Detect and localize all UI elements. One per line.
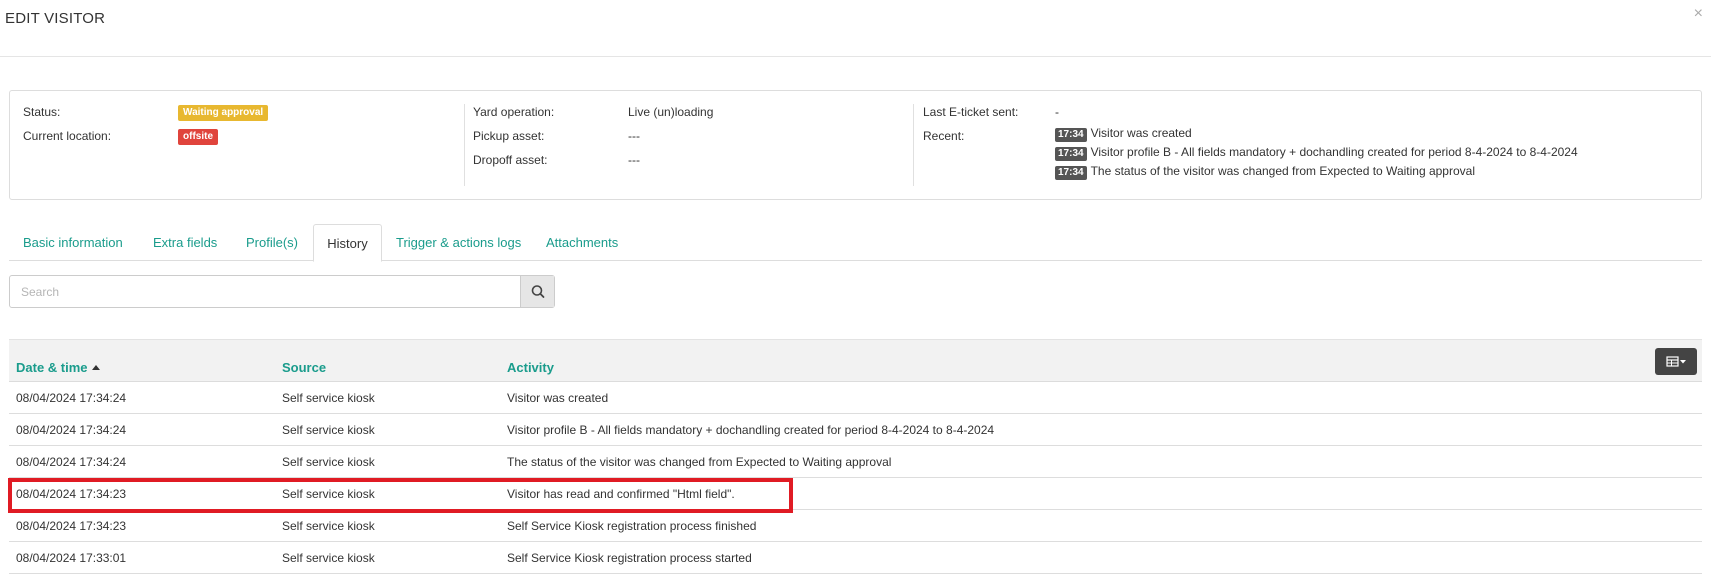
cell-source: Self service kiosk (282, 455, 375, 469)
current-location-label: Current location: (23, 129, 112, 143)
sort-ascending-icon (91, 365, 100, 370)
tab-extra-fields[interactable]: Extra fields (153, 224, 217, 261)
table-row: 08/04/2024 17:34:24 Self service kiosk V… (9, 414, 1702, 446)
tab-trigger-actions-logs[interactable]: Trigger & actions logs (396, 224, 521, 261)
cell-date-time: 08/04/2024 17:34:23 (16, 487, 127, 501)
dropoff-asset-value: --- (628, 153, 640, 167)
cell-activity: Visitor was created (507, 391, 609, 405)
last-eticket-label: Last E-ticket sent: (923, 105, 1019, 119)
pickup-asset-label: Pickup asset: (473, 129, 545, 143)
yard-operation-label: Yard operation: (473, 105, 555, 119)
tab-attachments[interactable]: Attachments (546, 224, 618, 261)
time-badge: 17:34 (1055, 166, 1087, 180)
status-badge: Waiting approval (178, 105, 269, 121)
column-header-activity[interactable]: Activity (507, 360, 554, 375)
recent-item: 17:34 Visitor profile B - All fields mand… (1055, 145, 1578, 164)
cell-date-time: 08/04/2024 17:34:24 (16, 423, 127, 437)
modal-title: EDIT VISITOR (5, 10, 106, 27)
table-row: 08/04/2024 17:34:24 Self service kiosk T… (9, 446, 1702, 478)
summary-column-yard: Yard operation: Live (un)loading Pickup … (473, 105, 913, 177)
pickup-asset-value: --- (628, 129, 640, 143)
cell-source: Self service kiosk (282, 391, 375, 405)
summary-divider (464, 104, 465, 186)
column-header-date-time[interactable]: Date & time (16, 360, 100, 375)
recent-item: 17:34 The status of the visitor was chang… (1055, 164, 1578, 183)
search-box (9, 275, 555, 308)
location-badge: offsite (178, 129, 218, 145)
recent-item-text: Visitor profile B - All fields mandatory… (1090, 145, 1578, 159)
tab-history[interactable]: History (313, 224, 382, 262)
column-header-source[interactable]: Source (282, 360, 326, 375)
yard-operation-value: Live (un)loading (628, 105, 714, 119)
search-button[interactable] (520, 276, 554, 307)
tab-basic-information[interactable]: Basic information (23, 224, 123, 261)
cell-date-time: 08/04/2024 17:33:01 (16, 551, 127, 565)
cell-source: Self service kiosk (282, 487, 375, 501)
column-chooser-button[interactable] (1655, 348, 1697, 375)
tab-profiles[interactable]: Profile(s) (246, 224, 298, 261)
recent-item: 17:34 Visitor was created (1055, 126, 1578, 145)
dropoff-asset-label: Dropoff asset: (473, 153, 548, 167)
time-badge: 17:34 (1055, 147, 1087, 161)
table-row: 08/04/2024 17:34:24 Self service kiosk V… (9, 382, 1702, 414)
table-header: Date & time Source Activity (9, 339, 1702, 382)
summary-divider (913, 104, 914, 186)
cell-activity: Self Service Kiosk registration process … (507, 551, 752, 565)
table-row: 08/04/2024 17:33:01 Self service kiosk S… (9, 542, 1702, 574)
cell-activity: Visitor has read and confirmed "Html fie… (507, 487, 735, 501)
recent-label: Recent: (923, 129, 965, 143)
cell-source: Self service kiosk (282, 519, 375, 533)
tab-bar: Basic information Extra fields Profile(s… (9, 224, 1702, 262)
time-badge: 17:34 (1055, 128, 1087, 142)
columns-toggle-icon (1666, 356, 1686, 367)
close-icon[interactable]: × (1694, 6, 1703, 22)
cell-activity: Self Service Kiosk registration process … (507, 519, 757, 533)
cell-source: Self service kiosk (282, 551, 375, 565)
cell-activity: The status of the visitor was changed fr… (507, 455, 892, 469)
history-table: Date & time Source Activity 08/04/2024 1… (9, 339, 1702, 574)
search-icon (531, 285, 545, 298)
summary-column-status: Status: Waiting approval Current locatio… (23, 105, 423, 153)
summary-column-recent: Last E-ticket sent: - Recent: 17:34 Visit… (923, 105, 1693, 189)
table-row: 08/04/2024 17:34:23 Self service kiosk S… (9, 510, 1702, 542)
last-eticket-value: - (1055, 105, 1059, 119)
recent-list: 17:34 Visitor was created 17:34 Visitor pr… (1055, 126, 1578, 183)
cell-activity: Visitor profile B - All fields mandatory… (507, 423, 995, 437)
cell-date-time: 08/04/2024 17:34:24 (16, 455, 127, 469)
recent-item-text: Visitor was created (1090, 126, 1192, 140)
status-label: Status: (23, 105, 61, 119)
cell-date-time: 08/04/2024 17:34:23 (16, 519, 127, 533)
table-row: 08/04/2024 17:34:23 Self service kiosk V… (9, 478, 1702, 510)
column-header-label: Date & time (16, 360, 88, 375)
cell-source: Self service kiosk (282, 423, 375, 437)
recent-item-text: The status of the visitor was changed fr… (1090, 164, 1475, 178)
cell-date-time: 08/04/2024 17:34:24 (16, 391, 127, 405)
visitor-summary-panel: Status: Waiting approval Current locatio… (9, 90, 1702, 200)
modal-header: EDIT VISITOR × (0, 0, 1711, 57)
search-input[interactable] (10, 276, 521, 307)
